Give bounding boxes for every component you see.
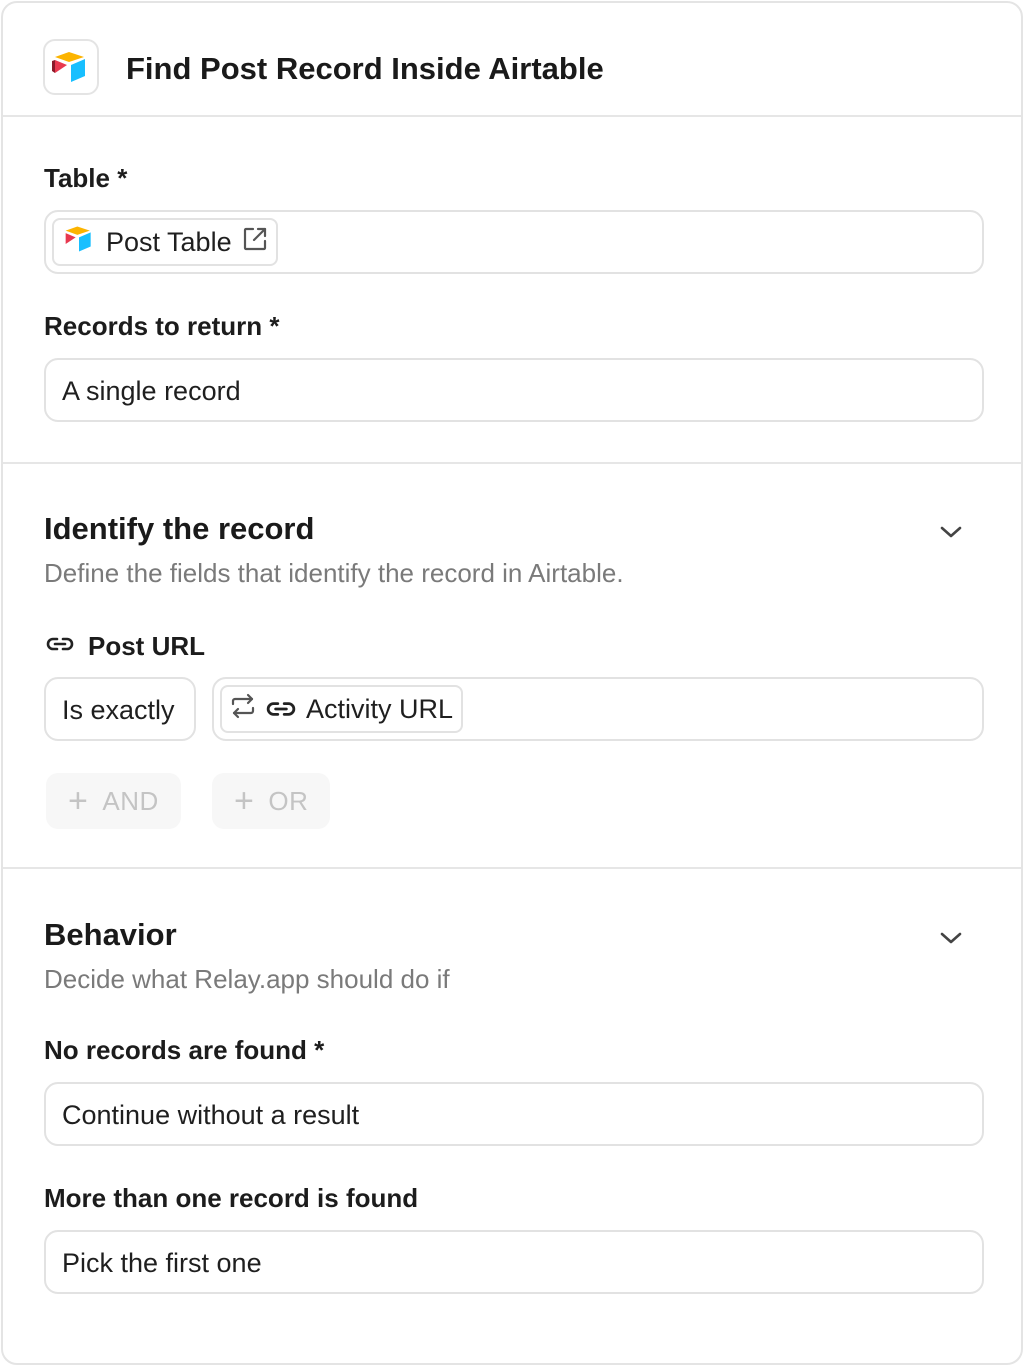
page-title: Find Post Record Inside Airtable: [126, 51, 604, 86]
records-label: Records to return *: [44, 311, 280, 341]
external-link-icon[interactable]: [242, 226, 268, 259]
card-header: Find Post Record Inside Airtable: [3, 3, 1021, 117]
add-or-button[interactable]: + OR: [212, 773, 331, 829]
records-value: A single record: [62, 376, 241, 406]
no-records-value: Continue without a result: [62, 1100, 360, 1130]
behavior-subtitle: Decide what Relay.app should do if: [44, 964, 450, 994]
repeat-icon: [230, 693, 256, 726]
activity-url-chip[interactable]: Activity URL: [220, 685, 464, 733]
field-label-row: Post URL: [46, 631, 205, 661]
section-divider: [3, 462, 1021, 464]
and-label: AND: [102, 785, 159, 816]
section-divider: [3, 867, 1021, 869]
or-label: OR: [268, 785, 309, 816]
operator-value: Is exactly: [62, 695, 175, 725]
post-url-label: Post URL: [88, 631, 205, 661]
plus-icon: +: [234, 782, 255, 820]
chevron-down-icon[interactable]: [937, 518, 965, 546]
multiple-records-label: More than one record is found: [44, 1183, 419, 1213]
step-config-card: Find Post Record Inside Airtable Table *…: [1, 1, 1023, 1365]
multiple-records-select[interactable]: Pick the first one: [44, 1230, 984, 1294]
table-field[interactable]: Post Table: [44, 210, 984, 274]
no-records-label: No records are found *: [44, 1035, 325, 1065]
multiple-records-value: Pick the first one: [62, 1248, 262, 1278]
behavior-title: Behavior: [44, 917, 177, 952]
operator-select[interactable]: Is exactly: [44, 677, 196, 741]
plus-icon: +: [68, 782, 89, 820]
chevron-down-icon[interactable]: [937, 924, 965, 952]
no-records-select[interactable]: Continue without a result: [44, 1082, 984, 1146]
airtable-logo: [62, 224, 96, 261]
identify-subtitle: Define the fields that identify the reco…: [44, 558, 624, 588]
link-icon: [266, 694, 296, 725]
airtable-logo: [43, 39, 99, 95]
identify-title: Identify the record: [44, 511, 315, 546]
table-value: Post Table: [106, 226, 232, 257]
records-select[interactable]: A single record: [44, 358, 984, 422]
table-label: Table *: [44, 163, 128, 193]
add-and-button[interactable]: + AND: [46, 773, 181, 829]
activity-url-value: Activity URL: [306, 693, 454, 724]
link-icon: [46, 636, 74, 657]
condition-value-field[interactable]: Activity URL: [212, 677, 984, 741]
table-chip[interactable]: Post Table: [52, 218, 278, 266]
